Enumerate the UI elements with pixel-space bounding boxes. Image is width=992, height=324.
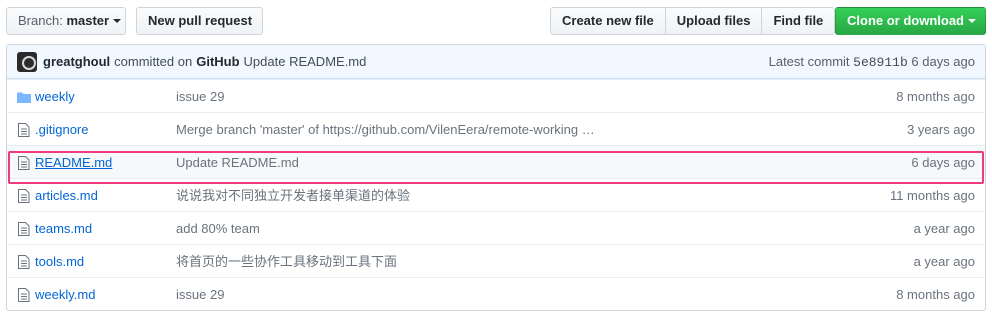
file-row-highlighted: README.md Update README.md 6 days ago xyxy=(7,145,985,178)
file-name-link[interactable]: weekly xyxy=(35,80,75,113)
file-icon xyxy=(17,122,31,138)
branch-name: master xyxy=(66,13,110,28)
file-navigation: Branch: master New pull request Create n… xyxy=(6,7,986,35)
file-name-link[interactable]: README.md xyxy=(35,146,112,179)
file-table: greatghoul committed on GitHub Update RE… xyxy=(6,44,986,311)
file-row: weekly.md issue 29 8 months ago xyxy=(7,277,985,310)
branch-prefix: Branch: xyxy=(18,13,63,28)
file-name-link[interactable]: articles.md xyxy=(35,179,98,212)
new-pull-request-button[interactable]: New pull request xyxy=(136,7,263,35)
file-row: weekly issue 29 8 months ago xyxy=(7,79,985,112)
file-age: 11 months ago xyxy=(889,188,975,203)
file-row: teams.md add 80% team a year ago xyxy=(7,211,985,244)
commit-committed-on: committed on xyxy=(114,54,193,69)
file-name-link[interactable]: weekly.md xyxy=(35,278,95,310)
folder-icon xyxy=(17,89,31,105)
commit-author-link[interactable]: greatghoul xyxy=(43,54,110,69)
chevron-down-icon xyxy=(968,18,976,23)
file-commit-message-link[interactable]: Update README.md xyxy=(176,146,299,179)
file-name-link[interactable]: teams.md xyxy=(35,212,92,245)
file-icon xyxy=(17,287,31,303)
create-new-file-button[interactable]: Create new file xyxy=(550,7,666,35)
file-age: a year ago xyxy=(913,254,975,269)
latest-commit-bar: greatghoul committed on GitHub Update RE… xyxy=(7,45,985,79)
upload-files-button[interactable]: Upload files xyxy=(664,7,763,35)
branch-select-button[interactable]: Branch: master xyxy=(6,7,126,35)
file-name-link[interactable]: .gitignore xyxy=(35,113,88,146)
file-age: 8 months ago xyxy=(896,287,975,302)
latest-commit-label: Latest commit xyxy=(768,54,850,69)
latest-commit-info: Latest commit 5e8911b 6 days ago xyxy=(769,45,975,80)
chevron-down-icon xyxy=(113,18,122,23)
file-commit-message-link[interactable]: issue 29 xyxy=(176,80,224,113)
commit-sha-link[interactable]: 5e8911b xyxy=(853,55,908,70)
file-icon xyxy=(17,155,31,171)
file-age: 8 months ago xyxy=(896,89,975,104)
file-row: .gitignore Merge branch 'master' of http… xyxy=(7,112,985,145)
file-icon xyxy=(17,254,31,270)
clone-or-download-button[interactable]: Clone or download xyxy=(835,7,986,35)
file-name-link[interactable]: tools.md xyxy=(35,245,84,278)
commit-platform: GitHub xyxy=(196,54,240,69)
clone-label: Clone or download xyxy=(847,13,964,28)
file-icon xyxy=(17,188,31,204)
file-age: 6 days ago xyxy=(911,155,975,170)
commit-age: 6 days ago xyxy=(911,54,975,69)
file-commit-message-link[interactable]: add 80% team xyxy=(176,212,260,245)
find-file-button[interactable]: Find file xyxy=(761,7,836,35)
file-age: 3 years ago xyxy=(907,122,975,137)
file-row: tools.md 将首页的一些协作工具移动到工具下面 a year ago xyxy=(7,244,985,277)
file-commit-message-link[interactable]: 说说我对不同独立开发者接单渠道的体验 xyxy=(176,179,410,212)
file-icon xyxy=(17,221,31,237)
file-row: articles.md 说说我对不同独立开发者接单渠道的体验 11 months… xyxy=(7,178,985,211)
file-commit-message-link[interactable]: 将首页的一些协作工具移动到工具下面 xyxy=(176,245,397,278)
file-commit-message-link[interactable]: issue 29 xyxy=(176,278,224,310)
file-commit-message-link[interactable]: Merge branch 'master' of https://github.… xyxy=(176,113,595,146)
avatar[interactable] xyxy=(17,51,37,72)
file-actions-group: Create new file Upload files Find file xyxy=(550,7,836,35)
commit-message-link[interactable]: Update README.md xyxy=(244,54,367,69)
file-age: a year ago xyxy=(913,221,975,236)
